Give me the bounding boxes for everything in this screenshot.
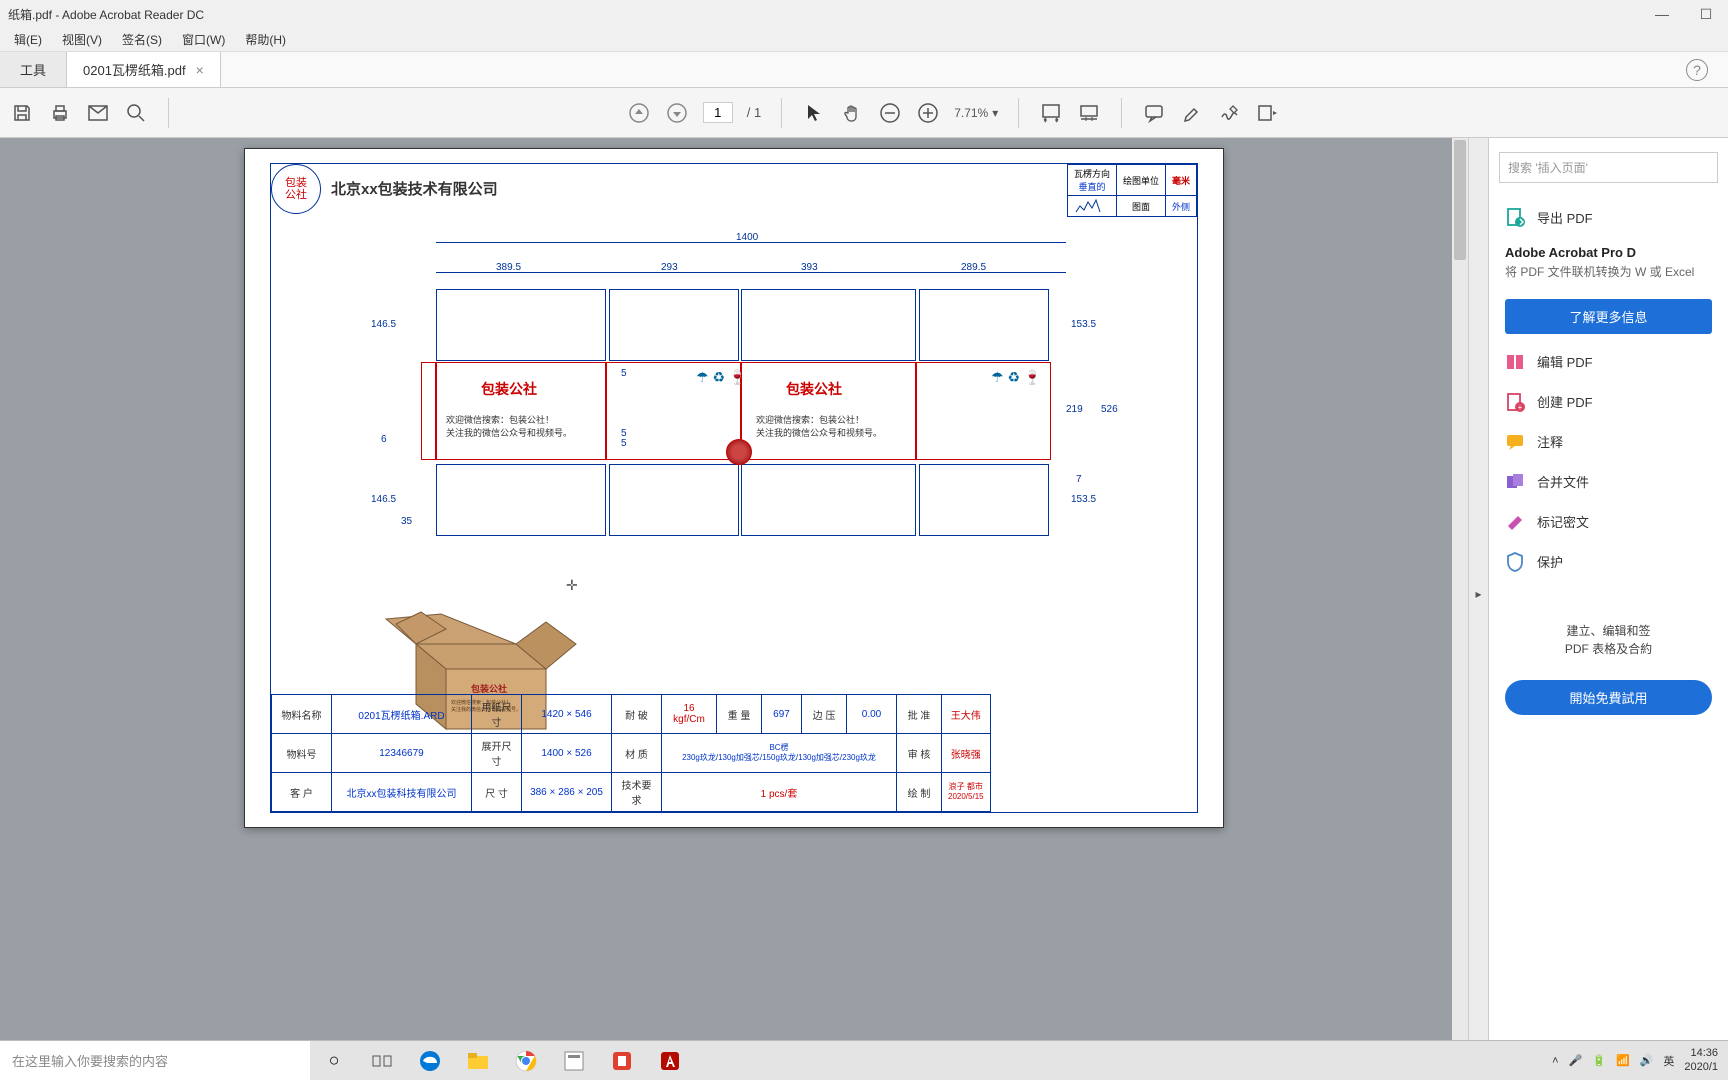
menu-edit[interactable]: 辑(E) [4,31,52,48]
handling-symbols-icon: ☂ ♻ 🍷 [696,369,746,386]
protect-icon [1505,552,1525,572]
minimize-button[interactable]: — [1640,0,1684,28]
page-input[interactable] [703,102,733,123]
page-up-icon[interactable] [627,101,651,125]
sidebar: 搜索 '插入页面' 导出 PDF Adobe Acrobat Pro D 将 P… [1488,138,1728,1050]
tray-wifi-icon[interactable]: 📶 [1616,1054,1630,1067]
app2-icon[interactable] [598,1041,646,1081]
cortana-icon[interactable]: ○ [310,1041,358,1081]
edit-pdf-icon [1505,352,1525,372]
email-icon[interactable] [86,101,110,125]
highlight-icon[interactable] [1180,101,1204,125]
chrome-icon[interactable] [502,1041,550,1081]
combine-icon [1505,472,1525,492]
tab-file[interactable]: 0201瓦楞纸箱.pdf × [67,52,221,87]
tray-volume-icon[interactable]: 🔊 [1640,1054,1654,1067]
company-name: 北京xx包装技术有限公司 [331,178,498,199]
dieline-drawing: 1400 389.5 293 393 289.5 [341,234,1121,604]
sidebar-item-create[interactable]: + 创建 PDF [1489,382,1728,422]
zoom-select[interactable]: 7.71%▾ [954,106,998,120]
sidebar-item-export[interactable]: 导出 PDF [1489,197,1728,237]
sidebar-item-protect[interactable]: 保护 [1489,542,1728,582]
pdf-page: 包装公社 北京xx包装技术有限公司 瓦楞方向垂直的绘图单位毫米 图面外侧 140… [244,148,1224,828]
fit-width-icon[interactable] [1039,101,1063,125]
menu-view[interactable]: 视图(V) [52,31,112,48]
svg-text:包装公社: 包装公社 [470,683,507,694]
page-down-icon[interactable] [665,101,689,125]
comment-icon[interactable] [1142,101,1166,125]
taskbar-clock[interactable]: 14:36 2020/1 [1684,1047,1718,1073]
select-tool-icon[interactable] [802,101,826,125]
hand-tool-icon[interactable] [840,101,864,125]
sidebar-pro-title: Adobe Acrobat Pro D [1489,237,1728,264]
stamp-icon [726,439,752,465]
tray-ime[interactable]: 英 [1663,1053,1674,1069]
tray-battery-icon[interactable]: 🔋 [1592,1054,1606,1067]
export-pdf-icon [1505,207,1525,227]
sidebar-item-combine[interactable]: 合并文件 [1489,462,1728,502]
app-icon[interactable] [550,1041,598,1081]
sidebar-pro-sub: 将 PDF 文件联机转换为 W 或 Excel [1489,264,1728,291]
save-icon[interactable] [10,101,34,125]
svg-text:+: + [1518,403,1523,412]
document-area[interactable]: 包装公社 北京xx包装技术有限公司 瓦楞方向垂直的绘图单位毫米 图面外侧 140… [0,138,1468,1050]
try-free-button[interactable]: 開始免費試用 [1505,680,1712,715]
crosshair-icon: ✛ [566,577,578,594]
tab-file-label: 0201瓦楞纸箱.pdf [83,60,186,79]
help-icon[interactable]: ? [1686,59,1708,81]
zoom-out-icon[interactable] [878,101,902,125]
sidebar-search-input[interactable]: 搜索 '插入页面' [1499,152,1718,183]
menu-sign[interactable]: 签名(S) [112,31,172,48]
page-total: / 1 [747,105,761,120]
learn-more-button[interactable]: 了解更多信息 [1505,299,1712,334]
print-icon[interactable] [48,101,72,125]
window-title: 纸箱.pdf - Adobe Acrobat Reader DC [8,6,204,23]
sidebar-item-edit[interactable]: 编辑 PDF [1489,342,1728,382]
menu-bar: 辑(E) 视图(V) 签名(S) 窗口(W) 帮助(H) [0,28,1728,52]
task-view-icon[interactable] [358,1041,406,1081]
more-tools-icon[interactable] [1256,101,1280,125]
sidebar-item-comment[interactable]: 注释 [1489,422,1728,462]
acrobat-icon[interactable] [646,1041,694,1081]
scrollbar-vertical[interactable] [1452,138,1468,1050]
comment-sidebar-icon [1505,432,1525,452]
tray-mic-icon[interactable]: 🎤 [1569,1054,1583,1067]
search-icon[interactable] [124,101,148,125]
spec-table: 物料名称 0201瓦楞纸箱.ARD 用纸尺寸 1420 × 546 耐 破 16… [271,694,991,812]
taskbar-search-input[interactable]: 在这里输入你要搜索的内容 [0,1041,310,1081]
info-grid: 瓦楞方向垂直的绘图单位毫米 图面外侧 [1067,164,1197,217]
tab-tools[interactable]: 工具 [0,52,67,87]
tab-close-icon[interactable]: × [196,62,204,78]
tab-bar: 工具 0201瓦楞纸箱.pdf × ? [0,52,1728,88]
handling-symbols-icon: ☂ ♻ 🍷 [991,369,1041,386]
maximize-button[interactable]: ☐ [1684,0,1728,28]
edge-icon[interactable] [406,1041,454,1081]
toolbar: / 1 7.71%▾ [0,88,1728,138]
sign-icon[interactable] [1218,101,1242,125]
tray-chevron-icon[interactable]: ˄ [1552,1055,1558,1067]
system-tray[interactable]: ˄ 🎤 🔋 📶 🔊 英 14:36 2020/1 [1542,1047,1728,1073]
redact-icon [1505,512,1525,532]
windows-taskbar: 在这里输入你要搜索的内容 ○ ˄ 🎤 🔋 📶 🔊 英 14:36 2020/1 [0,1040,1728,1080]
sidebar-collapse-handle[interactable]: ▸ [1468,138,1488,1050]
fit-page-icon[interactable] [1077,101,1101,125]
create-pdf-icon: + [1505,392,1525,412]
sidebar-promo-text: 建立、编辑和签 PDF 表格及合約 [1489,582,1728,672]
sidebar-item-redact[interactable]: 标记密文 [1489,502,1728,542]
window-titlebar: 纸箱.pdf - Adobe Acrobat Reader DC — ☐ [0,0,1728,28]
explorer-icon[interactable] [454,1041,502,1081]
logo: 包装公社 [271,164,321,214]
menu-help[interactable]: 帮助(H) [235,31,296,48]
zoom-in-icon[interactable] [916,101,940,125]
menu-window[interactable]: 窗口(W) [172,31,235,48]
